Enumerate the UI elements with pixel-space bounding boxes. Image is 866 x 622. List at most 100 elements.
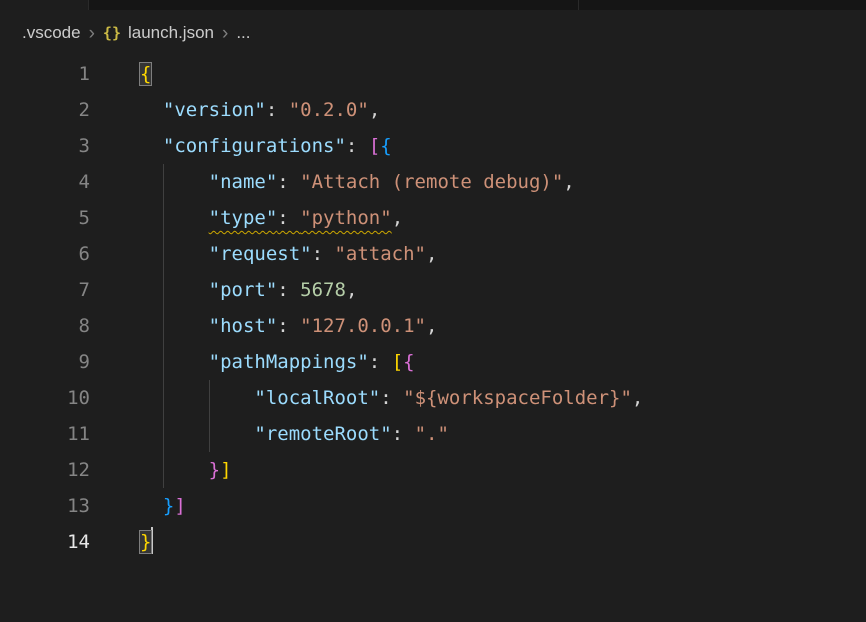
code-token: : — [277, 279, 300, 301]
code-token: } — [163, 495, 174, 517]
active-tab-edge[interactable] — [0, 0, 88, 10]
code-token — [140, 495, 163, 517]
code-token — [140, 351, 209, 373]
code-line[interactable]: 12 }] — [0, 452, 866, 488]
code-token: "localRoot" — [254, 387, 380, 409]
code-token — [140, 279, 209, 301]
code-token — [140, 315, 209, 337]
breadcrumb-folder[interactable]: .vscode — [22, 23, 81, 43]
code-token — [140, 207, 209, 229]
code-token — [140, 459, 209, 481]
code-token — [140, 423, 254, 445]
code-token: "request" — [209, 243, 312, 265]
code-line-content: "pathMappings": [{ — [140, 344, 415, 380]
indent-guide — [163, 380, 164, 416]
line-number[interactable]: 14 — [0, 524, 90, 560]
code-token: "python" — [300, 207, 392, 229]
line-number[interactable]: 8 — [0, 308, 90, 344]
code-token: : — [277, 315, 300, 337]
code-line[interactable]: 1{ — [0, 56, 866, 92]
code-line[interactable]: 14} — [0, 524, 866, 560]
code-line-content: "configurations": [{ — [140, 128, 392, 164]
tab-separator — [578, 0, 579, 10]
code-token: "name" — [209, 171, 278, 193]
code-line[interactable]: 13 }] — [0, 488, 866, 524]
code-token: : — [392, 423, 415, 445]
code-token: : — [277, 171, 300, 193]
code-token — [140, 171, 209, 193]
code-token: : — [369, 351, 392, 373]
line-number[interactable]: 6 — [0, 236, 90, 272]
code-token — [140, 387, 254, 409]
code-token: { — [380, 135, 391, 157]
json-file-icon: {} — [103, 24, 121, 42]
line-number[interactable]: 1 — [0, 56, 90, 92]
indent-guide — [163, 308, 164, 344]
code-line-content: "name": "Attach (remote debug)", — [140, 164, 575, 200]
code-token: { — [140, 63, 151, 85]
code-line[interactable]: 6 "request": "attach", — [0, 236, 866, 272]
code-token: [ — [392, 351, 403, 373]
code-token: : — [380, 387, 403, 409]
chevron-right-icon: › — [81, 24, 103, 43]
tab-separator — [88, 0, 89, 10]
code-token: [ — [369, 135, 380, 157]
code-token: , — [426, 315, 437, 337]
code-token: 5678 — [300, 279, 346, 301]
code-line[interactable]: 8 "host": "127.0.0.1", — [0, 308, 866, 344]
line-number[interactable]: 12 — [0, 452, 90, 488]
code-token: , — [369, 99, 380, 121]
indent-guide — [163, 272, 164, 308]
code-token — [140, 243, 209, 265]
line-number[interactable]: 13 — [0, 488, 90, 524]
code-token: { — [403, 351, 414, 373]
code-line-content: }] — [140, 488, 186, 524]
code-area[interactable]: 1{2 "version": "0.2.0",3 "configurations… — [0, 56, 866, 560]
code-line[interactable]: 4 "name": "Attach (remote debug)", — [0, 164, 866, 200]
text-cursor — [151, 527, 153, 554]
code-token: "remoteRoot" — [254, 423, 391, 445]
line-number[interactable]: 7 — [0, 272, 90, 308]
indent-guide — [209, 416, 210, 452]
code-token: "127.0.0.1" — [300, 315, 426, 337]
code-token: "." — [415, 423, 449, 445]
code-token: , — [426, 243, 437, 265]
breadcrumb-symbol[interactable]: ... — [236, 23, 250, 43]
indent-guide — [163, 236, 164, 272]
code-line[interactable]: 7 "port": 5678, — [0, 272, 866, 308]
code-token: ] — [174, 495, 185, 517]
breadcrumb-file[interactable]: launch.json — [128, 23, 214, 43]
code-token: "0.2.0" — [289, 99, 369, 121]
code-token: "attach" — [334, 243, 426, 265]
code-line-content: "host": "127.0.0.1", — [140, 308, 437, 344]
line-number[interactable]: 4 — [0, 164, 90, 200]
code-token: , — [346, 279, 357, 301]
code-line-content: { — [140, 56, 151, 92]
code-token: "host" — [209, 315, 278, 337]
code-line-content: }] — [140, 452, 232, 488]
code-token: } — [209, 459, 220, 481]
code-token: "configurations" — [163, 135, 346, 157]
code-token: } — [140, 531, 151, 553]
line-number[interactable]: 2 — [0, 92, 90, 128]
indent-guide — [163, 452, 164, 488]
line-number[interactable]: 5 — [0, 200, 90, 236]
code-line[interactable]: 11 "remoteRoot": "." — [0, 416, 866, 452]
code-line[interactable]: 5 "type": "python", — [0, 200, 866, 236]
code-token: : — [346, 135, 369, 157]
indent-guide — [163, 200, 164, 236]
indent-guide — [163, 344, 164, 380]
code-line[interactable]: 2 "version": "0.2.0", — [0, 92, 866, 128]
code-line-content: "remoteRoot": "." — [140, 416, 449, 452]
indent-guide — [163, 164, 164, 200]
code-line[interactable]: 9 "pathMappings": [{ — [0, 344, 866, 380]
line-number[interactable]: 3 — [0, 128, 90, 164]
code-line[interactable]: 3 "configurations": [{ — [0, 128, 866, 164]
line-number[interactable]: 9 — [0, 344, 90, 380]
line-number[interactable]: 10 — [0, 380, 90, 416]
code-line[interactable]: 10 "localRoot": "${workspaceFolder}", — [0, 380, 866, 416]
code-line-content: "version": "0.2.0", — [140, 92, 380, 128]
code-token: , — [632, 387, 643, 409]
line-number[interactable]: 11 — [0, 416, 90, 452]
breadcrumb: .vscode › {} launch.json › ... — [0, 10, 866, 56]
